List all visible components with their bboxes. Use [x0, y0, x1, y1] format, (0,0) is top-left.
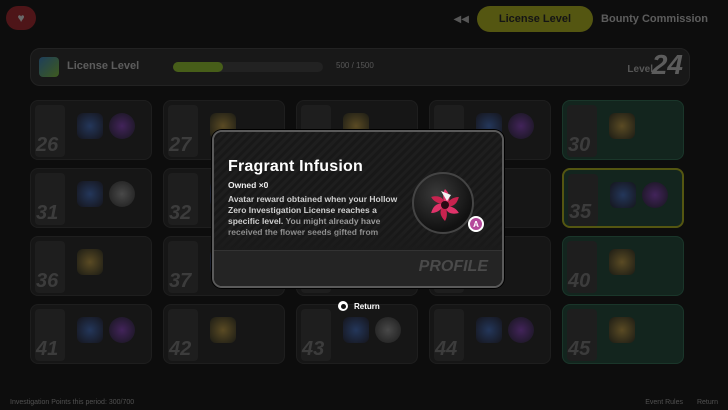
level-card-43[interactable]: 43 [296, 304, 418, 364]
item-owned-count: Owned ×0 [228, 180, 269, 190]
item-detail-modal: Fragrant Infusion Owned ×0 Avatar reward… [212, 130, 504, 288]
level-number-label: 32 [169, 202, 192, 224]
level-card-44[interactable]: 44 [429, 304, 551, 364]
level-card-26[interactable]: 26 [30, 100, 152, 160]
level-card-31[interactable]: 31 [30, 168, 152, 228]
level-number-label: 27 [169, 134, 192, 156]
footer-actions: Event Rules Return [645, 399, 718, 406]
level-card-40[interactable]: 40 [562, 236, 684, 296]
level-number-label: 36 [36, 270, 59, 292]
reward-item-icon[interactable] [109, 317, 135, 343]
level-number-label: 45 [568, 338, 591, 360]
level-card-30[interactable]: 30 [562, 100, 684, 160]
license-progress-fill [173, 62, 223, 72]
profile-tag: PROFILE [418, 258, 488, 275]
reward-item-icon[interactable] [508, 317, 534, 343]
flower-icon [431, 189, 459, 221]
reward-item-icon[interactable] [508, 113, 534, 139]
level-number-label: 26 [36, 134, 59, 156]
item-title: Fragrant Infusion [228, 158, 363, 175]
level-card-42[interactable]: 42 [163, 304, 285, 364]
reward-item-icon[interactable] [476, 317, 502, 343]
level-number-label: 37 [169, 270, 192, 292]
rank-badge: A [468, 216, 484, 232]
level-number-label: 43 [302, 338, 325, 360]
prev-tab-icon[interactable]: ◀◀ [454, 14, 469, 25]
tab-license-level[interactable]: License Level [476, 6, 594, 32]
reward-item-icon[interactable] [77, 249, 103, 275]
return-label: Return [354, 301, 380, 311]
reward-item-icon[interactable] [77, 113, 103, 139]
license-title: License Level [67, 60, 140, 72]
top-tabs: ◀◀ License Level Bounty Commission [454, 6, 708, 32]
reward-item-icon[interactable] [77, 181, 103, 207]
heart-badge-icon[interactable]: ♥ [6, 6, 36, 30]
level-number-label: 31 [36, 202, 59, 224]
license-icon [39, 57, 59, 77]
reward-item-icon[interactable] [210, 317, 236, 343]
reward-item-icon[interactable] [609, 113, 635, 139]
license-level-bar: License Level 500 / 1500 Level 24 [30, 48, 690, 86]
level-number-label: 42 [169, 338, 192, 360]
modal-footer: PROFILE [214, 250, 502, 286]
level-number-label: 40 [568, 270, 591, 292]
item-image [412, 172, 474, 234]
level-number: 24 [651, 49, 683, 80]
level-number-label: 44 [435, 338, 458, 360]
reward-item-icon[interactable] [77, 317, 103, 343]
reward-item-icon[interactable] [343, 317, 369, 343]
level-card-41[interactable]: 41 [30, 304, 152, 364]
reward-item-icon[interactable] [609, 249, 635, 275]
level-number-label: 41 [36, 338, 59, 360]
reward-item-icon[interactable] [642, 182, 668, 208]
reward-item-icon[interactable] [109, 113, 135, 139]
license-progress-bar [173, 62, 323, 72]
footer-return-button[interactable]: Return [697, 399, 718, 406]
level-number-label: 30 [568, 134, 591, 156]
level-number-label: 35 [569, 201, 592, 223]
reward-item-icon[interactable] [375, 317, 401, 343]
footer-investigation-points: Investigation Points this period: 300/70… [10, 399, 135, 406]
reward-item-icon[interactable] [609, 317, 635, 343]
level-card-35[interactable]: 35 [562, 168, 684, 228]
event-rules-button[interactable]: Event Rules [645, 399, 683, 406]
license-progress-text: 500 / 1500 [336, 61, 374, 70]
circle-button-icon [338, 301, 348, 311]
tab-bounty-commission[interactable]: Bounty Commission [601, 13, 708, 25]
level-card-45[interactable]: 45 [562, 304, 684, 364]
reward-item-icon[interactable] [109, 181, 135, 207]
level-label: Level [627, 64, 653, 75]
return-hint[interactable]: Return [338, 301, 380, 311]
level-card-36[interactable]: 36 [30, 236, 152, 296]
reward-item-icon[interactable] [610, 182, 636, 208]
